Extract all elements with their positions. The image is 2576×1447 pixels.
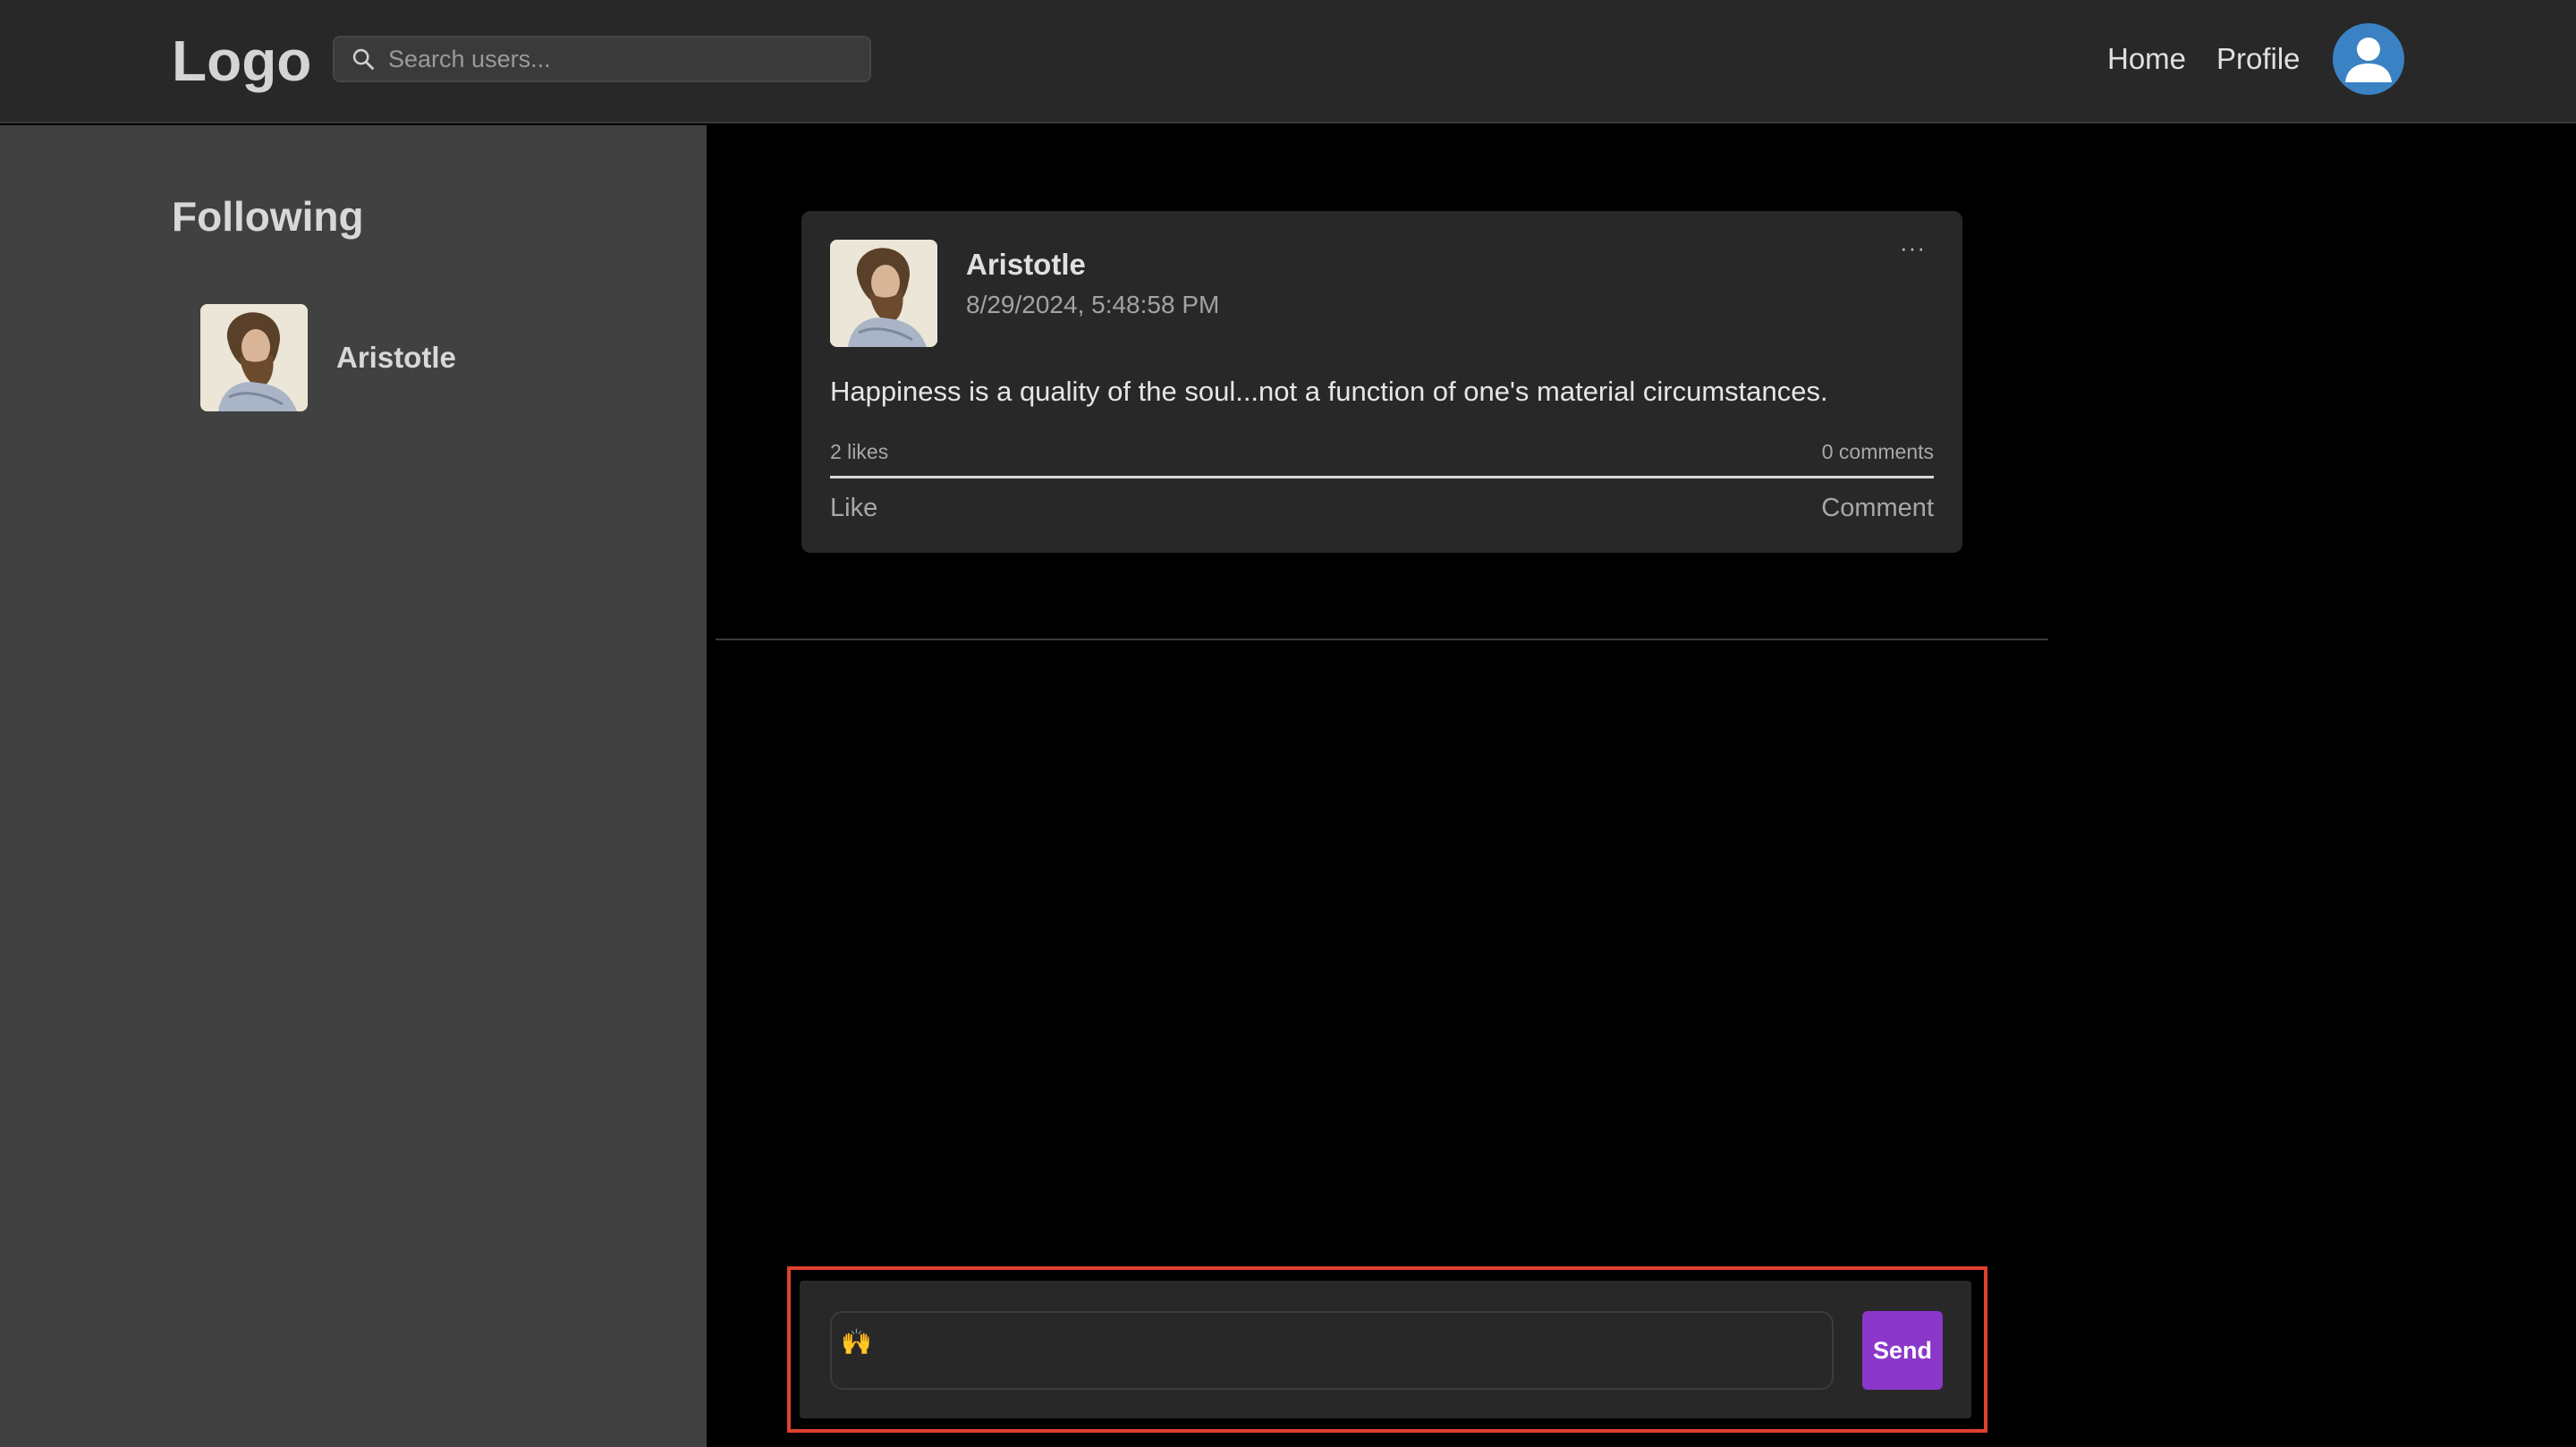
search-input[interactable] (388, 45, 869, 73)
comment-button[interactable]: Comment (1821, 494, 1934, 523)
nav-home-link[interactable]: Home (2107, 39, 2186, 79)
post-card: Aristotle 8/29/2024, 5:48:58 PM ··· Happ… (801, 211, 1962, 553)
user-avatar-icon[interactable] (2333, 23, 2404, 95)
send-button[interactable]: Send (1862, 1311, 1943, 1390)
post-divider (830, 476, 1934, 478)
comment-input[interactable]: 🙌 (830, 1311, 1834, 1390)
logo[interactable]: Logo (172, 27, 311, 95)
search-icon (352, 48, 374, 70)
likes-count: 2 likes (830, 440, 889, 463)
post-author-avatar[interactable] (830, 240, 937, 347)
following-name: Aristotle (336, 341, 456, 374)
comment-composer: 🙌 Send (800, 1281, 1971, 1418)
avatar (200, 304, 308, 411)
following-item[interactable]: Aristotle (200, 304, 648, 411)
post-author[interactable]: Aristotle (966, 247, 1086, 283)
search-bar[interactable] (333, 36, 871, 82)
sidebar-title: Following (172, 193, 364, 240)
following-sidebar: Following Aristotle (0, 125, 707, 1447)
post-text: Happiness is a quality of the soul...not… (830, 376, 1828, 407)
post-timestamp: 8/29/2024, 5:48:58 PM (966, 291, 1220, 318)
top-header: Logo Home Profile (0, 0, 2576, 123)
like-button[interactable]: Like (830, 494, 877, 523)
nav-profile-link[interactable]: Profile (2216, 39, 2301, 79)
comments-count: 0 comments (1821, 440, 1934, 463)
feed-divider (716, 639, 2048, 640)
more-options-icon[interactable]: ··· (1900, 234, 1926, 262)
